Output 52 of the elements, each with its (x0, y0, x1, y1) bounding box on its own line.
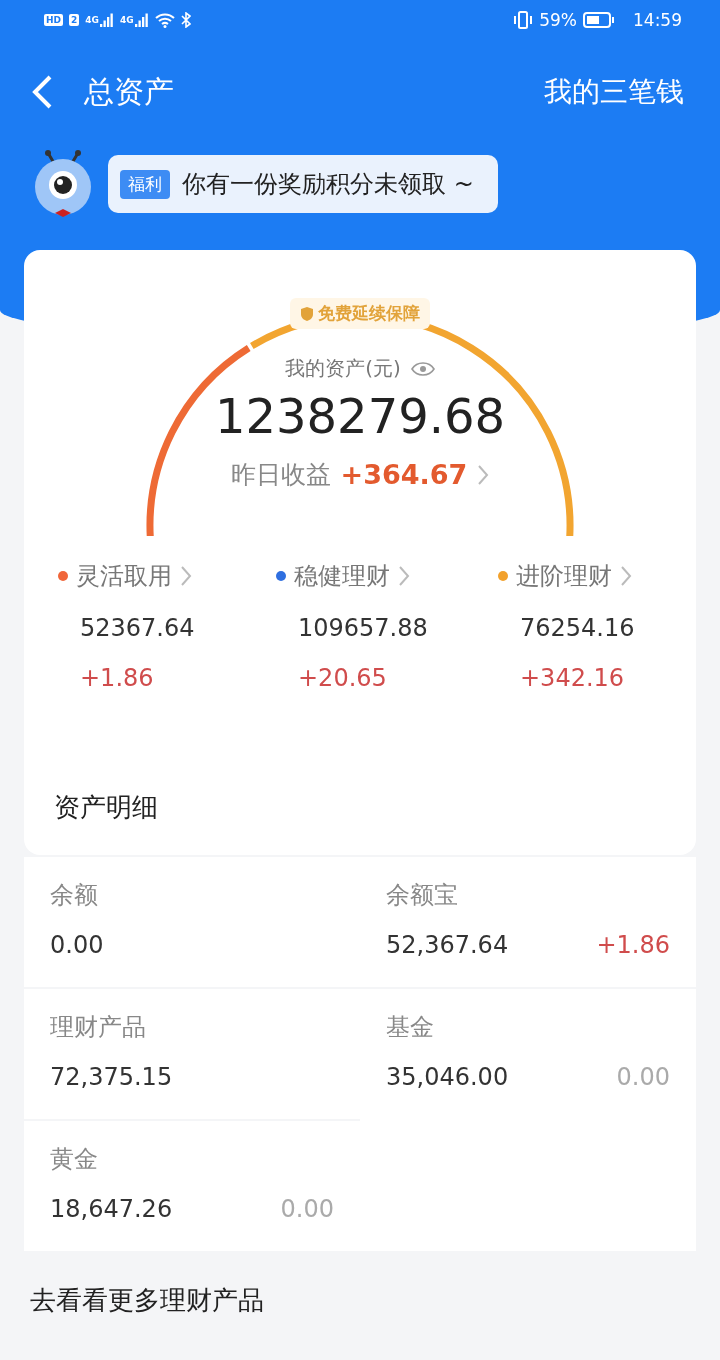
yesterday-earnings-link[interactable]: 昨日收益 +364.67 (230, 458, 490, 491)
category-amount: 52367.64 (80, 614, 196, 642)
status-badge: 2 (69, 14, 80, 26)
eye-icon[interactable] (410, 360, 435, 377)
total-assets: 1238279.68 (214, 388, 506, 444)
chevron-right-icon (477, 463, 490, 486)
status-badge: HD (44, 14, 63, 26)
asset-label: 黄金 (50, 1144, 99, 1175)
chevron-right-icon (398, 565, 410, 587)
back-icon (30, 74, 54, 110)
chevron-right-icon (620, 565, 632, 587)
back-button[interactable] (30, 74, 54, 110)
category-change: +20.65 (298, 664, 388, 692)
asset-change: 0.00 (616, 1063, 670, 1091)
reward-text: 你有一份奖励积分未领取 ~ (182, 169, 474, 200)
category-amount: 109657.88 (298, 614, 429, 642)
asset-value: 18,647.26 (50, 1195, 173, 1223)
category-change: +1.86 (80, 664, 155, 692)
category-link[interactable]: 灵活取用 (58, 560, 276, 592)
wifi-icon (154, 12, 175, 28)
asset-value: 52,367.64 (386, 931, 509, 959)
vibrate-icon (513, 11, 534, 29)
asset-value: 72,375.15 (50, 1063, 173, 1091)
network-label: 4G (85, 15, 99, 25)
asset-change: +1.86 (596, 931, 670, 959)
shield-icon (300, 305, 314, 322)
clock-time: 14:59 (633, 10, 682, 30)
category-amount: 76254.16 (520, 614, 636, 642)
more-products-link[interactable]: 去看看更多理财产品 (0, 1251, 720, 1350)
asset-change: 0.00 (280, 1195, 334, 1223)
category-link[interactable]: 进阶理财 (498, 560, 696, 592)
signal-icon (134, 13, 149, 27)
battery-percent: 59% (539, 10, 577, 30)
asset-label: 基金 (386, 1012, 435, 1043)
asset-label: 理财产品 (50, 1012, 147, 1043)
section-title: 资产明细 (53, 791, 159, 824)
category-change: +342.16 (520, 664, 626, 692)
category-link[interactable]: 稳健理财 (276, 560, 498, 592)
bluetooth-icon (180, 12, 191, 28)
reward-notice[interactable]: 福利 你有一份奖励积分未领取 ~ (108, 155, 498, 213)
asset-label: 余额宝 (386, 880, 459, 911)
chevron-right-icon (180, 565, 192, 587)
battery-icon (583, 12, 615, 28)
assets-label: 我的资产(元) (285, 355, 401, 382)
signal-icon (99, 13, 114, 27)
page-title: 总资产 (84, 72, 175, 111)
welfare-tag: 福利 (120, 169, 170, 199)
my-three-funds-link[interactable]: 我的三笔钱 (544, 73, 684, 111)
asset-value: 35,046.00 (386, 1063, 509, 1091)
asset-label: 余额 (50, 880, 99, 911)
asset-value: 0.00 (50, 931, 104, 959)
network-label: 4G (119, 15, 134, 25)
